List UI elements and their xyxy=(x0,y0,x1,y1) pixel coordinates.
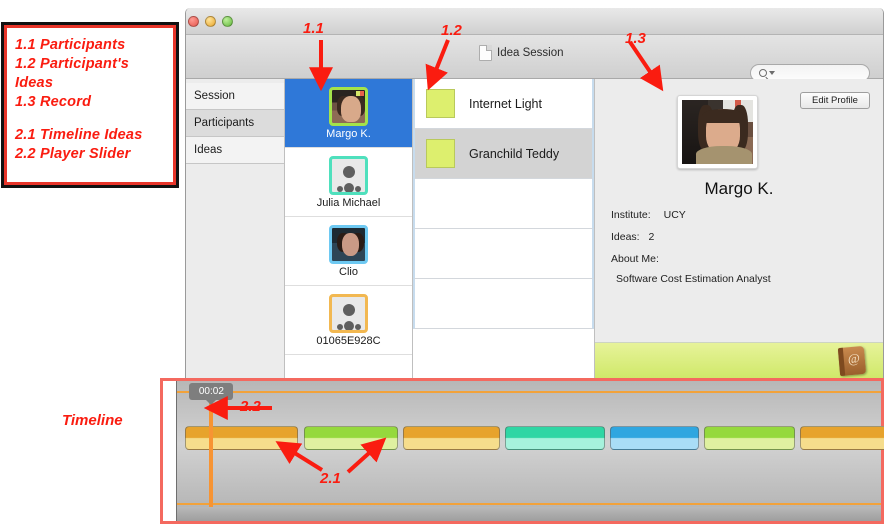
close-icon[interactable] xyxy=(188,16,199,27)
window-content: Session Participants Ideas Margo K. Juli… xyxy=(186,79,883,379)
list-item[interactable]: Clio xyxy=(285,217,412,286)
legend-spacer xyxy=(15,112,167,126)
legend-line-5: 2.1 Timeline Ideas xyxy=(15,127,143,143)
list-item[interactable]: 01065E928C xyxy=(285,286,412,355)
annotation-1-3: 1.3 xyxy=(625,30,646,47)
timeline-segment[interactable] xyxy=(185,426,299,450)
sidebar-item-label: Participants xyxy=(194,117,255,129)
sidebar-item-ideas[interactable]: Ideas xyxy=(186,137,284,164)
avatar xyxy=(329,86,368,126)
legend-line-4: 1.3 Record xyxy=(15,94,92,110)
app-window: Idea Session Session Participants Ideas xyxy=(185,8,884,380)
player-slider[interactable] xyxy=(209,403,214,521)
annotation-2-1: 2.1 xyxy=(320,470,341,487)
window-toolbar: Idea Session xyxy=(186,35,883,82)
timeline-panel: 00:02 xyxy=(160,378,884,524)
annotation-2-2: 2.2 xyxy=(240,398,261,415)
traffic-light-group xyxy=(188,16,233,27)
timeline-segment[interactable] xyxy=(505,426,606,450)
idea-label: Granchild Teddy xyxy=(469,146,560,161)
timeline-segment[interactable] xyxy=(703,426,796,450)
avatar xyxy=(329,155,368,195)
list-item[interactable] xyxy=(413,229,594,279)
timeline-segments xyxy=(177,426,884,450)
window-titlebar xyxy=(186,8,883,35)
idea-note-bar[interactable] xyxy=(595,342,883,379)
profile-institute-value: UCY xyxy=(663,209,686,221)
avatar xyxy=(329,293,368,333)
chevron-down-icon xyxy=(769,71,775,75)
timeline-bottom-bar xyxy=(177,507,881,521)
address-book-icon[interactable] xyxy=(837,345,867,377)
idea-session-label: Idea Session xyxy=(497,47,564,59)
sidebar: Session Participants Ideas xyxy=(186,79,284,379)
profile-institute-row: Institute: UCY xyxy=(611,209,686,221)
idea-color-swatch xyxy=(426,139,455,168)
timeline-bottom-rule xyxy=(177,503,881,505)
sidebar-item-participants[interactable]: Participants xyxy=(186,110,284,137)
timeline-top-rule xyxy=(177,391,881,393)
edit-profile-label: Edit Profile xyxy=(812,95,858,106)
profile-name: Margo K. xyxy=(704,179,774,198)
profile-about-value: Software Cost Estimation Analyst xyxy=(616,273,771,285)
sidebar-item-session[interactable]: Session xyxy=(186,83,284,110)
timeline-segment[interactable] xyxy=(609,426,699,450)
idea-session-toolbar-item[interactable]: Idea Session xyxy=(479,45,564,61)
profile-ideas-label: Ideas: xyxy=(611,231,640,243)
playhead-time-badge: 00:02 xyxy=(189,383,234,400)
list-item[interactable]: Granchild Teddy xyxy=(413,129,594,179)
list-item[interactable]: Internet Light xyxy=(413,79,594,129)
list-item[interactable] xyxy=(413,279,594,329)
zoom-icon[interactable] xyxy=(222,16,233,27)
search-icon xyxy=(759,69,767,77)
list-item[interactable]: Julia Michael xyxy=(285,148,412,217)
legend-line-3: Ideas xyxy=(15,75,54,91)
annotation-1-2: 1.2 xyxy=(441,22,462,39)
timeline-track-area[interactable]: 00:02 xyxy=(176,381,884,521)
edit-profile-button[interactable]: Edit Profile xyxy=(800,92,870,109)
profile-photo xyxy=(677,95,758,169)
ideas-list: Internet Light Granchild Teddy xyxy=(413,79,595,379)
document-icon xyxy=(479,45,492,61)
list-item[interactable] xyxy=(413,179,594,229)
sidebar-item-label: Ideas xyxy=(194,144,223,156)
screenshot-root: 1.1 Participants 1.2 Participant's Ideas… xyxy=(0,0,884,524)
profile-ideas-row: Ideas: 2 xyxy=(611,231,654,243)
participant-name: Clio xyxy=(339,265,358,278)
participant-name: 01065E928C xyxy=(316,334,381,347)
avatar xyxy=(329,224,368,264)
list-item[interactable]: Margo K. xyxy=(285,79,412,148)
legend-line-1: 1.1 Participants xyxy=(15,37,126,53)
legend-line-2: 1.2 Participant's xyxy=(15,56,130,72)
annotation-legend-box: 1.1 Participants 1.2 Participant's Ideas… xyxy=(1,22,179,188)
timeline-segment[interactable] xyxy=(402,426,501,450)
timeline-annotation-label: Timeline xyxy=(62,412,123,429)
idea-color-swatch xyxy=(426,89,455,118)
profile-panel: Edit Profile Margo K. Institute: UCY Ide… xyxy=(595,79,883,379)
legend-line-6: 2.2 Player Slider xyxy=(15,146,131,162)
profile-ideas-value: 2 xyxy=(648,231,655,243)
participant-name: Margo K. xyxy=(326,127,371,140)
timeline-segment[interactable] xyxy=(800,426,884,450)
timeline-segment[interactable] xyxy=(303,426,399,450)
profile-about-label: About Me: xyxy=(611,253,659,265)
annotation-1-1: 1.1 xyxy=(303,20,324,37)
idea-label: Internet Light xyxy=(469,96,542,111)
participant-name: Julia Michael xyxy=(316,196,381,209)
profile-institute-label: Institute: xyxy=(611,209,651,221)
minimize-icon[interactable] xyxy=(205,16,216,27)
participants-list: Margo K. Julia Michael Clio 01065E928C xyxy=(284,79,413,379)
sidebar-item-label: Session xyxy=(194,90,235,102)
